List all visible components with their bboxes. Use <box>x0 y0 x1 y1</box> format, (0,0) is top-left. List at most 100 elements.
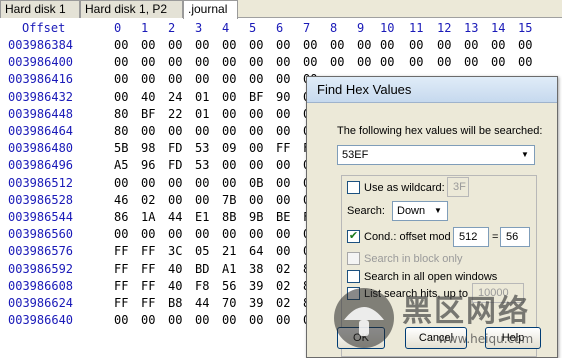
dialog-title[interactable]: Find Hex Values <box>307 77 557 103</box>
hex-byte-cell[interactable]: 00 <box>195 37 209 54</box>
hex-byte-cell[interactable]: 00 <box>276 175 290 192</box>
hex-byte-cell[interactable]: 53 <box>195 157 209 174</box>
tab-hard-disk-1[interactable]: Hard disk 1 <box>0 0 80 18</box>
hex-byte-cell[interactable]: 00 <box>330 54 344 71</box>
tab-hard-disk-1-p2[interactable]: Hard disk 1, P2 <box>80 0 183 18</box>
hex-byte-cell[interactable]: 00 <box>195 226 209 243</box>
hex-byte-cell[interactable]: 00 <box>222 175 236 192</box>
hex-byte-cell[interactable]: 40 <box>168 261 182 278</box>
hex-byte-cell[interactable]: 00 <box>222 89 236 106</box>
hex-byte-cell[interactable]: 00 <box>168 192 182 209</box>
hex-byte-cell[interactable]: 00 <box>114 54 128 71</box>
search-direction-select[interactable]: Down ▼ <box>392 201 448 221</box>
hex-byte-cell[interactable]: 00 <box>276 243 290 260</box>
hex-byte-cell[interactable]: 00 <box>168 37 182 54</box>
list-search-hits-checkbox[interactable] <box>347 287 360 300</box>
hex-byte-cell[interactable]: 01 <box>195 89 209 106</box>
use-as-wildcard-checkbox[interactable] <box>347 181 360 194</box>
hex-byte-cell[interactable]: 21 <box>222 243 236 260</box>
hex-byte-cell[interactable]: 00 <box>195 192 209 209</box>
hex-byte-cell[interactable]: 00 <box>141 312 155 329</box>
hex-byte-cell[interactable]: 44 <box>195 295 209 312</box>
hex-byte-cell[interactable]: 00 <box>330 37 344 54</box>
hex-byte-cell[interactable]: 00 <box>168 54 182 71</box>
hex-byte-cell[interactable]: 02 <box>141 192 155 209</box>
hex-byte-cell[interactable]: 39 <box>249 278 263 295</box>
hex-byte-cell[interactable]: 38 <box>249 261 263 278</box>
hex-byte-cell[interactable]: 70 <box>222 295 236 312</box>
hex-byte-cell[interactable]: 00 <box>276 192 290 209</box>
hex-byte-cell[interactable]: 1A <box>141 209 155 226</box>
hex-byte-cell[interactable]: 00 <box>222 226 236 243</box>
hex-byte-cell[interactable]: 00 <box>276 226 290 243</box>
hex-byte-cell[interactable]: 3C <box>168 243 182 260</box>
hex-byte-cell[interactable]: 00 <box>249 106 263 123</box>
hex-byte-cell[interactable]: 80 <box>114 106 128 123</box>
hex-value-combo[interactable]: 53EF ▼ <box>337 145 535 165</box>
hex-byte-cell[interactable]: 0B <box>249 175 263 192</box>
offset-result-field[interactable]: 56 <box>500 227 530 247</box>
hex-byte-cell[interactable]: 00 <box>222 123 236 140</box>
hex-byte-cell[interactable]: 00 <box>141 226 155 243</box>
hex-byte-cell[interactable]: 00 <box>380 54 394 71</box>
help-button[interactable]: Help <box>485 327 541 349</box>
hex-byte-cell[interactable]: 8B <box>222 209 236 226</box>
hex-byte-cell[interactable]: 00 <box>195 175 209 192</box>
ok-button[interactable]: OK <box>337 327 385 349</box>
hex-byte-cell[interactable]: 00 <box>249 140 263 157</box>
cancel-button[interactable]: Cancel <box>405 327 467 349</box>
hex-byte-cell[interactable]: 00 <box>141 123 155 140</box>
hex-byte-cell[interactable]: 00 <box>222 37 236 54</box>
hex-byte-cell[interactable]: 00 <box>409 54 423 71</box>
hex-byte-cell[interactable]: 09 <box>222 140 236 157</box>
hex-byte-cell[interactable]: 00 <box>491 37 505 54</box>
hex-byte-cell[interactable]: BF <box>249 89 263 106</box>
hex-byte-cell[interactable]: 00 <box>464 37 478 54</box>
hex-byte-cell[interactable]: E1 <box>195 209 209 226</box>
hex-byte-cell[interactable]: A5 <box>114 157 128 174</box>
hex-byte-cell[interactable]: 00 <box>114 312 128 329</box>
hex-byte-cell[interactable]: FF <box>276 140 290 157</box>
hex-byte-cell[interactable]: FF <box>114 243 128 260</box>
hex-byte-cell[interactable]: 00 <box>168 123 182 140</box>
hex-byte-cell[interactable]: 00 <box>114 175 128 192</box>
table-row[interactable]: 003986384 00 00 00 00 00 00 00 00 00 00 00 00 00 00 00 0… <box>0 37 562 54</box>
hex-byte-cell[interactable]: 00 <box>303 37 317 54</box>
hex-byte-cell[interactable]: 24 <box>168 89 182 106</box>
hex-byte-cell[interactable]: 01 <box>195 106 209 123</box>
hex-byte-cell[interactable]: 00 <box>276 157 290 174</box>
hex-byte-cell[interactable]: 00 <box>491 54 505 71</box>
hex-byte-cell[interactable]: 00 <box>464 54 478 71</box>
hex-byte-cell[interactable]: FF <box>141 261 155 278</box>
hex-byte-cell[interactable]: 00 <box>357 37 371 54</box>
hex-byte-cell[interactable]: 00 <box>222 157 236 174</box>
hex-byte-cell[interactable]: F8 <box>195 278 209 295</box>
hex-byte-cell[interactable]: 00 <box>357 54 371 71</box>
hex-byte-cell[interactable]: 00 <box>249 226 263 243</box>
hex-byte-cell[interactable]: FD <box>168 157 182 174</box>
hex-byte-cell[interactable]: BE <box>276 209 290 226</box>
hex-byte-cell[interactable]: FF <box>114 295 128 312</box>
hex-byte-cell[interactable]: 96 <box>141 157 155 174</box>
hex-byte-cell[interactable]: 22 <box>168 106 182 123</box>
hex-byte-cell[interactable]: 86 <box>114 209 128 226</box>
hex-byte-cell[interactable]: 00 <box>168 175 182 192</box>
hex-byte-cell[interactable]: 00 <box>141 175 155 192</box>
tab-journal[interactable]: .journal <box>183 0 238 19</box>
hex-byte-cell[interactable]: FF <box>114 261 128 278</box>
hex-byte-cell[interactable]: 00 <box>195 123 209 140</box>
hex-byte-cell[interactable]: 64 <box>249 243 263 260</box>
hex-byte-cell[interactable]: 40 <box>141 89 155 106</box>
hex-byte-cell[interactable]: 39 <box>249 295 263 312</box>
hex-byte-cell[interactable]: 00 <box>249 123 263 140</box>
list-hits-limit-field[interactable]: 10000 <box>472 283 524 303</box>
hex-byte-cell[interactable]: 5B <box>114 140 128 157</box>
hex-byte-cell[interactable]: BD <box>195 261 209 278</box>
chevron-down-icon[interactable]: ▼ <box>518 147 532 163</box>
hex-byte-cell[interactable]: 00 <box>222 54 236 71</box>
hex-byte-cell[interactable]: 00 <box>276 123 290 140</box>
hex-byte-cell[interactable]: 00 <box>249 312 263 329</box>
hex-byte-cell[interactable]: 00 <box>114 37 128 54</box>
hex-byte-cell[interactable]: 00 <box>222 312 236 329</box>
hex-byte-cell[interactable]: FF <box>141 243 155 260</box>
